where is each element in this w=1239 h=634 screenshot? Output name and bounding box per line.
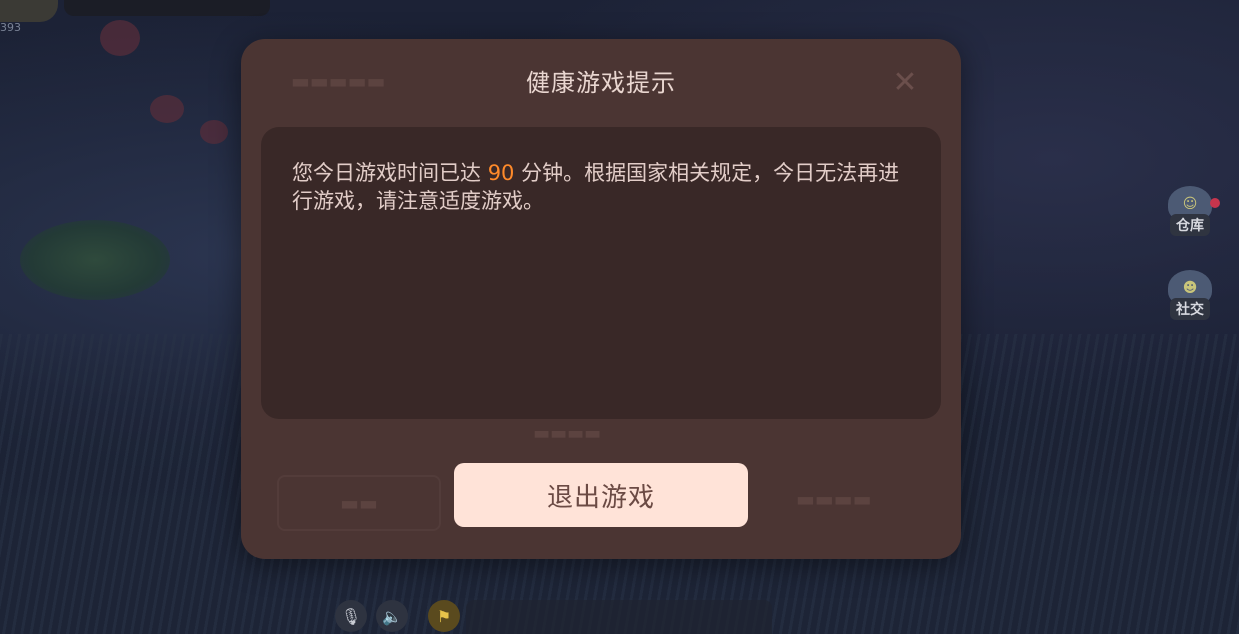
leaf-decoration [20, 220, 170, 300]
chat-bar [466, 600, 772, 634]
exit-game-button[interactable]: 退出游戏 [454, 463, 748, 527]
flag-icon[interactable]: ⚑ [428, 600, 460, 632]
underlying-dialog-sub-ghost: ▬▬▬▬ [533, 423, 602, 444]
play-minutes-value: 90 [487, 161, 515, 185]
flower-decoration [150, 95, 184, 123]
warehouse-label: 仓库 [1170, 214, 1210, 236]
flower-decoration [100, 20, 140, 56]
close-icon[interactable]: ✕ [891, 68, 919, 98]
top-stat-text: 393 [0, 21, 21, 34]
warehouse-button[interactable]: ☺ 仓库 [1160, 180, 1220, 236]
top-status-chip [64, 0, 270, 16]
microphone-muted-icon[interactable]: 🎙 [335, 600, 367, 632]
social-button[interactable]: ☻ 社交 [1160, 264, 1220, 320]
underlying-left-button-ghost: ▬▬ [277, 475, 441, 531]
notification-dot [1210, 198, 1220, 208]
speaker-icon[interactable]: 🔈 [376, 600, 408, 632]
health-game-dialog: ▬▬▬▬▬ ▬▬▬▬ ▬▬ ▬▬▬▬ 健康游戏提示 ✕ 您今日游戏时间已达 90… [241, 39, 961, 559]
player-avatar-badge [0, 0, 58, 22]
flower-decoration [200, 120, 228, 144]
underlying-right-button-ghost: ▬▬▬▬ [796, 487, 872, 511]
message-panel: 您今日游戏时间已达 90 分钟。根据国家相关规定，今日无法再进行游戏，请注意适度… [261, 127, 941, 419]
message-text: 您今日游戏时间已达 90 分钟。根据国家相关规定，今日无法再进行游戏，请注意适度… [292, 159, 913, 215]
game-screen: 393 ☺ 仓库 ☻ 社交 🎙 🔈 ⚑ ▬▬▬▬▬ ▬▬▬▬ ▬▬ ▬▬▬▬ 健… [0, 0, 1239, 634]
message-text-before: 您今日游戏时间已达 [292, 161, 488, 185]
dialog-title: 健康游戏提示 [526, 69, 676, 97]
social-label: 社交 [1170, 298, 1210, 320]
